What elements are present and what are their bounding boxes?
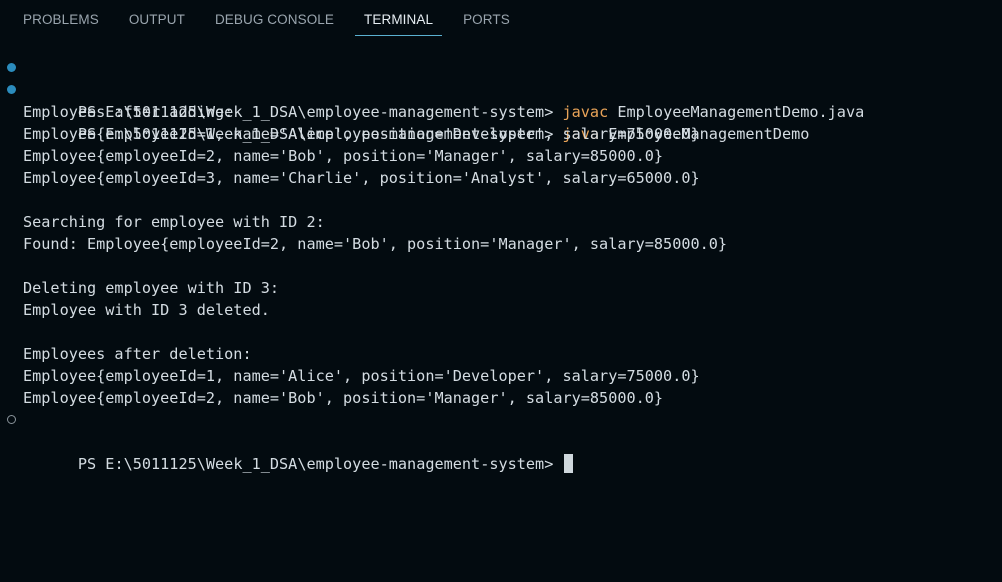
output-line: Found: Employee{employeeId=2, name='Bob'…: [23, 235, 728, 253]
tab-ports[interactable]: PORTS: [454, 0, 519, 36]
output-line: Employee{employeeId=2, name='Bob', posit…: [23, 389, 664, 407]
command-success-icon[interactable]: [7, 63, 16, 72]
text-cursor: [563, 454, 573, 473]
tab-problems[interactable]: PROBLEMS: [14, 0, 108, 36]
output-line: Employees after adding:: [23, 103, 234, 121]
output-line: Employee with ID 3 deleted.: [23, 301, 270, 319]
tab-output[interactable]: OUTPUT: [120, 0, 194, 36]
panel-tab-bar: PROBLEMS OUTPUT DEBUG CONSOLE TERMINAL P…: [0, 0, 1002, 42]
command-line: PS E:\5011125\Week_1_DSA\employee-manage…: [0, 57, 1002, 121]
output-line: Employee{employeeId=1, name='Alice', pos…: [23, 125, 700, 143]
command-success-icon[interactable]: [7, 85, 16, 94]
terminal-output[interactable]: PS E:\5011125\Week_1_DSA\employee-manage…: [0, 57, 1002, 582]
output-line: Deleting employee with ID 3:: [23, 279, 280, 297]
tab-terminal[interactable]: TERMINAL: [355, 0, 443, 36]
command-pending-icon: [7, 415, 16, 424]
current-prompt-line[interactable]: PS E:\5011125\Week_1_DSA\employee-manage…: [0, 409, 1002, 473]
output-line: Employees after deletion:: [23, 345, 252, 363]
output-line: Employee{employeeId=1, name='Alice', pos…: [23, 367, 700, 385]
command-line: PS E:\5011125\Week_1_DSA\employee-manage…: [0, 79, 1002, 143]
output-line: Searching for employee with ID 2:: [23, 213, 325, 231]
output-line: Employee{employeeId=3, name='Charlie', p…: [23, 169, 700, 187]
tab-debug-console[interactable]: DEBUG CONSOLE: [206, 0, 343, 36]
prompt-text: PS E:\5011125\Week_1_DSA\employee-manage…: [77, 455, 563, 473]
terminal-panel: PROBLEMS OUTPUT DEBUG CONSOLE TERMINAL P…: [0, 0, 1002, 582]
output-line: Employee{employeeId=2, name='Bob', posit…: [23, 147, 664, 165]
